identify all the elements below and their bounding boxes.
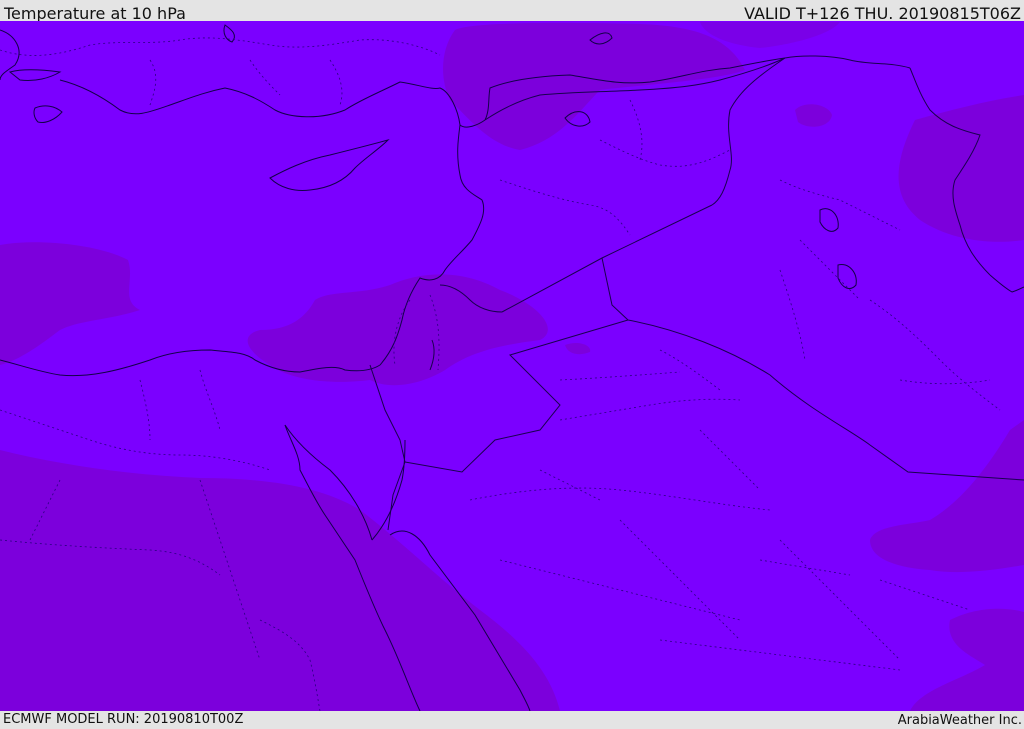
header-bar: Temperature at 10 hPa VALID T+126 THU. 2… bbox=[0, 0, 1024, 23]
model-run-label: ECMWF MODEL RUN: 20190810T00Z bbox=[3, 712, 244, 727]
footer-bar: ECMWF MODEL RUN: 20190810T00Z ArabiaWeat… bbox=[0, 711, 1024, 729]
map-canvas[interactable] bbox=[0, 21, 1024, 711]
credit-label: ArabiaWeather Inc. bbox=[897, 713, 1022, 728]
